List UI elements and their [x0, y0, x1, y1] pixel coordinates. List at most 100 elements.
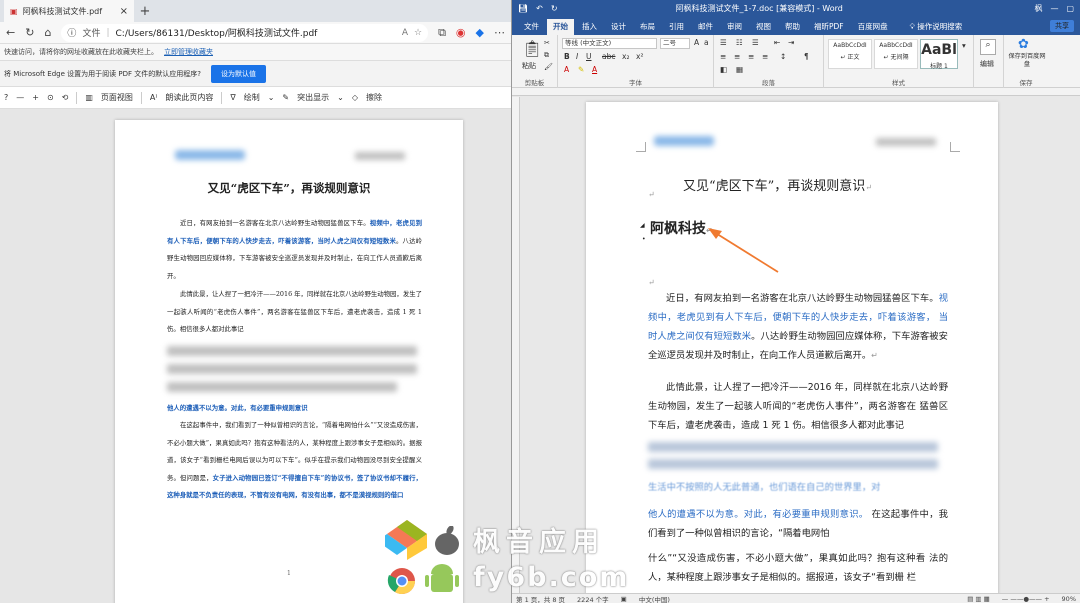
refresh-icon[interactable]: ↻ [25, 26, 34, 39]
borders-icon[interactable]: ▦ [736, 65, 743, 74]
paste-button[interactable]: 粘贴 [522, 61, 536, 71]
tab-references[interactable]: 引用 [663, 19, 690, 35]
set-default-button[interactable]: 设为默认值 [210, 64, 266, 83]
back-icon[interactable]: ← [6, 26, 15, 39]
help-icon[interactable]: ? [4, 93, 8, 102]
copy-icon[interactable]: ⧉ [544, 51, 549, 60]
share-button[interactable]: 共享 [1050, 20, 1074, 32]
shading-icon[interactable]: ◧ [720, 65, 727, 74]
new-tab-icon[interactable]: + [134, 4, 156, 19]
subscript-icon[interactable]: x₂ [622, 52, 629, 61]
italic-icon[interactable]: I [576, 52, 578, 61]
align-left-icon[interactable]: ≡ [720, 52, 726, 61]
extension-blue-icon[interactable]: ◆ [476, 26, 484, 39]
strikethrough-icon[interactable]: abc [602, 52, 615, 61]
zoom-in-icon[interactable]: + [32, 93, 39, 102]
bullets-icon[interactable]: ☰ [720, 38, 727, 47]
tab-design[interactable]: 设计 [605, 19, 632, 35]
user-name[interactable]: 枫 [1034, 3, 1042, 14]
baidu-netdisk-icon[interactable]: ✿ [1018, 37, 1029, 52]
manage-favorites-link[interactable]: 立即管理收藏夹 [164, 47, 213, 57]
redo-icon[interactable]: ↻ [551, 4, 558, 13]
style-no-spacing[interactable]: AaBbCcDdI ↵ 无间隔 [874, 39, 918, 69]
paste-icon[interactable]: 📋︎ [522, 39, 542, 58]
numbering-icon[interactable]: ☷ [736, 38, 743, 47]
decrease-indent-icon[interactable]: ⇤ [774, 38, 780, 47]
view-icons[interactable]: ▤ ▥ ▦ [967, 595, 990, 603]
fit-page-icon[interactable]: ⊙ [47, 93, 54, 102]
justify-icon[interactable]: ≡ [762, 52, 768, 61]
highlight-button[interactable]: 突出显示 [297, 92, 329, 103]
format-painter-icon[interactable]: 🖌︎ [544, 63, 553, 71]
undo-icon[interactable]: ↶ [536, 4, 543, 13]
word-paragraph-1: 近日，有网友拍到一名游客在北京八达岭野生动物园猛兽区下车。视频中，老虎见到有人下… [648, 289, 948, 365]
multilevel-list-icon[interactable]: ☰ [752, 38, 759, 47]
home-icon[interactable]: ⌂ [44, 26, 51, 39]
menu-icon[interactable]: ⋯ [494, 26, 505, 39]
editing-group: ⌕ 编辑 [974, 35, 1004, 88]
grow-font-icon[interactable]: A [694, 38, 699, 47]
save-to-baidu-button[interactable]: 保存到百度网盘 [1006, 53, 1048, 69]
heading-collapse-icon[interactable]: ◢ [640, 222, 645, 229]
tab-home[interactable]: 开始 [547, 19, 574, 35]
font-size-select[interactable]: 二号 [660, 38, 690, 49]
tab-file[interactable]: 文件 [518, 19, 545, 35]
tab-layout[interactable]: 布局 [634, 19, 661, 35]
pdf-toolbar: ? — + ⊙ ⟲ ▥ 页面视图 A⁾ 朗读此页内容 ∇ 绘制 ⌄ ✎ 突出显示… [0, 87, 511, 109]
cut-icon[interactable]: ✂ [544, 39, 550, 47]
tab-mailings[interactable]: 邮件 [692, 19, 719, 35]
erase-button[interactable]: 擦除 [366, 92, 382, 103]
horizontal-ruler[interactable] [512, 88, 1080, 96]
apple-logo-icon [435, 526, 459, 555]
favorite-star-icon[interactable]: ☆ [414, 28, 422, 38]
draw-button[interactable]: 绘制 [244, 92, 260, 103]
proofing-icon[interactable]: ▣ [621, 595, 627, 603]
chevron-down-icon[interactable]: ⌄ [337, 93, 344, 102]
zoom-out-icon[interactable]: — [16, 93, 24, 102]
highlight-color-icon[interactable]: ✎ [578, 65, 584, 74]
font-name-select[interactable]: 等线 (中文正文) [562, 38, 657, 49]
language[interactable]: 中文(中国) [639, 594, 670, 603]
tab-baidu-netdisk[interactable]: 百度网盘 [852, 19, 894, 35]
chevron-down-icon[interactable]: ⌄ [268, 93, 275, 102]
zoom-level[interactable]: 90% [1062, 595, 1076, 603]
line-spacing-icon[interactable]: ↕ [780, 52, 786, 61]
tell-me-search[interactable]: 💡︎ 操作说明搜索 [904, 19, 969, 35]
tab-review[interactable]: 审阅 [721, 19, 748, 35]
bold-icon[interactable]: B [564, 52, 570, 61]
show-marks-icon[interactable]: ¶ [804, 52, 809, 61]
font-color-icon[interactable]: A [592, 65, 597, 74]
tab-insert[interactable]: 插入 [576, 19, 603, 35]
font-group: 等线 (中文正文) 二号 A a B I U abc x₂ x² A ✎ A 字… [558, 35, 714, 88]
read-aloud-button[interactable]: 朗读此页内容 [165, 92, 213, 103]
zoom-slider[interactable]: — ——●—— + [1002, 595, 1050, 603]
save-icon[interactable]: 💾︎ [518, 4, 528, 13]
tab-view[interactable]: 视图 [750, 19, 777, 35]
close-tab-icon[interactable]: × [120, 6, 128, 17]
extension-red-icon[interactable]: ◉ [456, 26, 466, 39]
editing-button[interactable]: 编辑 [980, 59, 994, 69]
tab-foxit-pdf[interactable]: 福昕PDF [808, 19, 850, 35]
styles-more-icon[interactable]: ▾ [962, 41, 966, 50]
read-aloud-icon[interactable]: A [402, 28, 408, 38]
increase-indent-icon[interactable]: ⇥ [788, 38, 794, 47]
minimize-icon[interactable]: — [1050, 4, 1058, 13]
align-right-icon[interactable]: ≡ [748, 52, 754, 61]
word-paragraph-4: 他人的遭遇不以为意。对此，有必要重申规则意识。 在这起事件中，我们看到了一种似曾… [648, 505, 948, 543]
text-effects-icon[interactable]: A [564, 65, 569, 74]
shrink-font-icon[interactable]: a [704, 38, 709, 47]
extensions-icon[interactable]: ⧉ [438, 26, 446, 40]
underline-icon[interactable]: U [586, 52, 592, 61]
superscript-icon[interactable]: x² [636, 52, 643, 61]
page-view-button[interactable]: 页面视图 [101, 92, 133, 103]
edge-tab[interactable]: ▣ 阿枫科技测试文件.pdf × [4, 0, 134, 22]
search-icon[interactable]: ⌕ [980, 39, 996, 55]
style-heading-1[interactable]: AaBl 标题 1 [920, 39, 958, 70]
edge-tab-title: 阿枫科技测试文件.pdf [22, 6, 103, 16]
align-center-icon[interactable]: ≡ [734, 52, 740, 61]
tab-help[interactable]: 帮助 [779, 19, 806, 35]
style-normal[interactable]: AaBbCcDdI ↵ 正文 [828, 39, 872, 69]
rotate-icon[interactable]: ⟲ [62, 93, 69, 102]
maximize-icon[interactable]: ▢ [1066, 4, 1074, 13]
url-field[interactable]: ⓘ 文件 | C:/Users/86131/Desktop/阿枫科技测试文件.p… [61, 23, 429, 42]
